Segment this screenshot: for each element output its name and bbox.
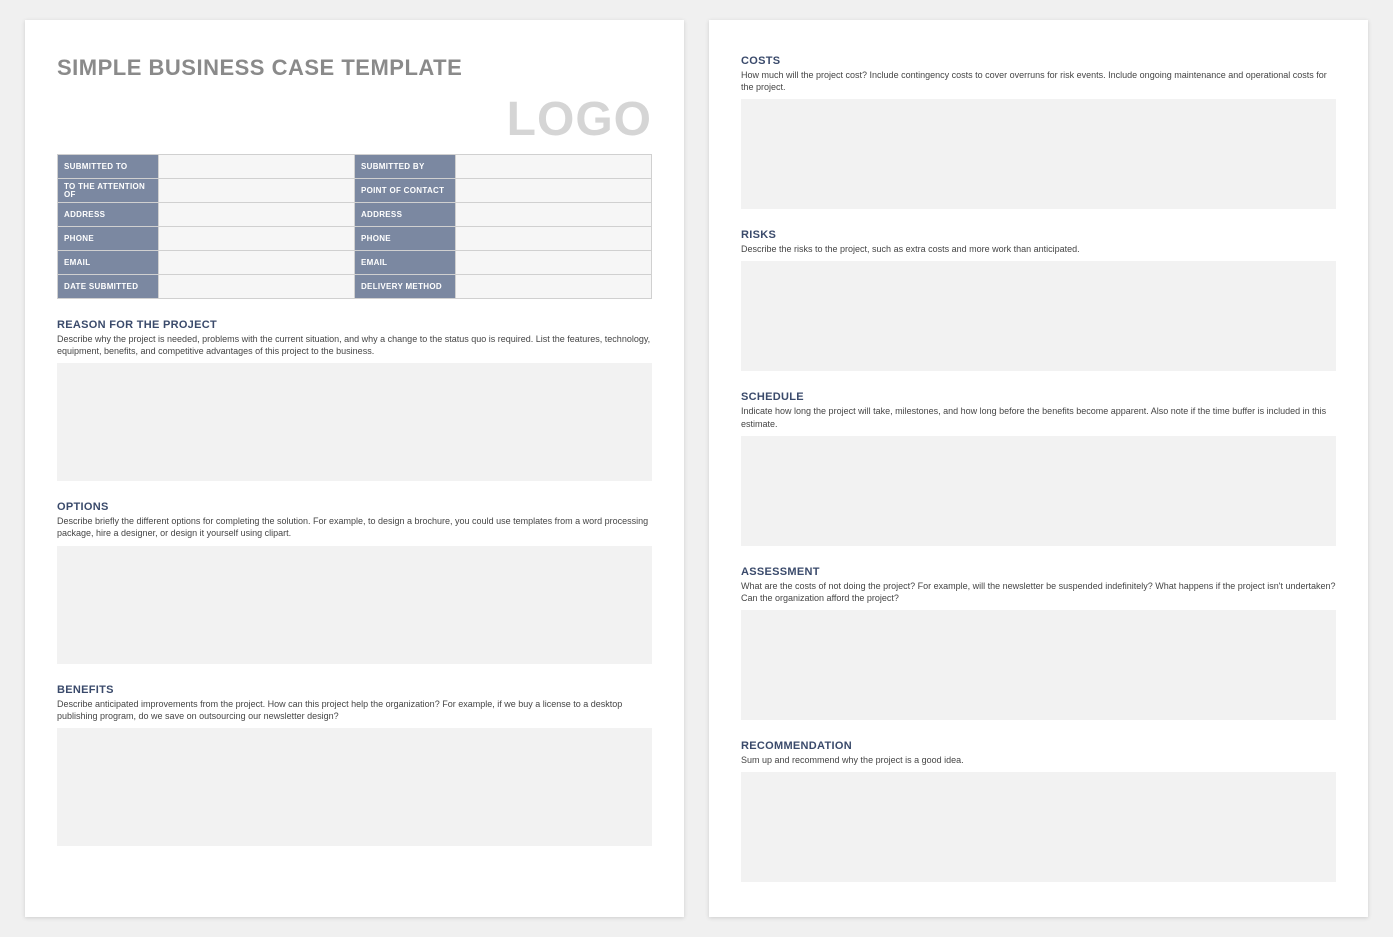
section-desc: Describe why the project is needed, prob…	[57, 333, 652, 357]
info-label: EMAIL	[58, 251, 159, 275]
info-value[interactable]	[158, 227, 354, 251]
page-1: SIMPLE BUSINESS CASE TEMPLATE LOGO SUBMI…	[25, 20, 684, 917]
section-heading: COSTS	[741, 55, 1336, 67]
section-benefits: BENEFITS Describe anticipated improvemen…	[57, 684, 652, 846]
info-value[interactable]	[158, 179, 354, 203]
input-box-reason[interactable]	[57, 363, 652, 481]
info-label: DATE SUBMITTED	[58, 275, 159, 299]
info-label: SUBMITTED TO	[58, 155, 159, 179]
section-heading: RECOMMENDATION	[741, 740, 1336, 752]
info-label: PHONE	[58, 227, 159, 251]
section-heading: RISKS	[741, 229, 1336, 241]
section-desc: How much will the project cost? Include …	[741, 69, 1336, 93]
section-heading: REASON FOR THE PROJECT	[57, 319, 652, 331]
input-box-assessment[interactable]	[741, 610, 1336, 720]
section-schedule: SCHEDULE Indicate how long the project w…	[741, 391, 1336, 545]
info-value[interactable]	[455, 203, 651, 227]
doc-title: SIMPLE BUSINESS CASE TEMPLATE	[57, 55, 652, 81]
section-desc: What are the costs of not doing the proj…	[741, 580, 1336, 604]
info-value[interactable]	[455, 251, 651, 275]
info-table: SUBMITTED TO SUBMITTED BY TO THE ATTENTIO…	[57, 154, 652, 299]
info-row: DATE SUBMITTED DELIVERY METHOD	[58, 275, 652, 299]
section-risks: RISKS Describe the risks to the project,…	[741, 229, 1336, 371]
input-box-schedule[interactable]	[741, 436, 1336, 546]
section-heading: ASSESSMENT	[741, 566, 1336, 578]
section-costs: COSTS How much will the project cost? In…	[741, 55, 1336, 209]
section-desc: Describe anticipated improvements from t…	[57, 698, 652, 722]
info-label: PHONE	[354, 227, 455, 251]
info-value[interactable]	[455, 227, 651, 251]
info-label: ADDRESS	[58, 203, 159, 227]
info-label: TO THE ATTENTION OF	[58, 179, 159, 203]
info-label: POINT OF CONTACT	[354, 179, 455, 203]
section-reason: REASON FOR THE PROJECT Describe why the …	[57, 319, 652, 481]
section-assessment: ASSESSMENT What are the costs of not doi…	[741, 566, 1336, 720]
input-box-options[interactable]	[57, 546, 652, 664]
input-box-risks[interactable]	[741, 261, 1336, 371]
info-value[interactable]	[158, 203, 354, 227]
info-row: EMAIL EMAIL	[58, 251, 652, 275]
info-value[interactable]	[158, 251, 354, 275]
section-heading: BENEFITS	[57, 684, 652, 696]
section-options: OPTIONS Describe briefly the different o…	[57, 501, 652, 663]
info-value[interactable]	[455, 179, 651, 203]
logo-placeholder: LOGO	[57, 96, 652, 144]
input-box-benefits[interactable]	[57, 728, 652, 846]
input-box-recommendation[interactable]	[741, 772, 1336, 882]
info-label: SUBMITTED BY	[354, 155, 455, 179]
info-row: PHONE PHONE	[58, 227, 652, 251]
info-value[interactable]	[158, 155, 354, 179]
section-desc: Sum up and recommend why the project is …	[741, 754, 1336, 766]
section-desc: Describe the risks to the project, such …	[741, 243, 1336, 255]
section-heading: SCHEDULE	[741, 391, 1336, 403]
info-label: ADDRESS	[354, 203, 455, 227]
info-value[interactable]	[455, 275, 651, 299]
info-label: EMAIL	[354, 251, 455, 275]
info-label: DELIVERY METHOD	[354, 275, 455, 299]
section-desc: Describe briefly the different options f…	[57, 515, 652, 539]
page-2: COSTS How much will the project cost? In…	[709, 20, 1368, 917]
info-row: TO THE ATTENTION OF POINT OF CONTACT	[58, 179, 652, 203]
section-desc: Indicate how long the project will take,…	[741, 405, 1336, 429]
info-row: ADDRESS ADDRESS	[58, 203, 652, 227]
input-box-costs[interactable]	[741, 99, 1336, 209]
info-value[interactable]	[158, 275, 354, 299]
info-value[interactable]	[455, 155, 651, 179]
section-recommendation: RECOMMENDATION Sum up and recommend why …	[741, 740, 1336, 882]
info-row: SUBMITTED TO SUBMITTED BY	[58, 155, 652, 179]
section-heading: OPTIONS	[57, 501, 652, 513]
